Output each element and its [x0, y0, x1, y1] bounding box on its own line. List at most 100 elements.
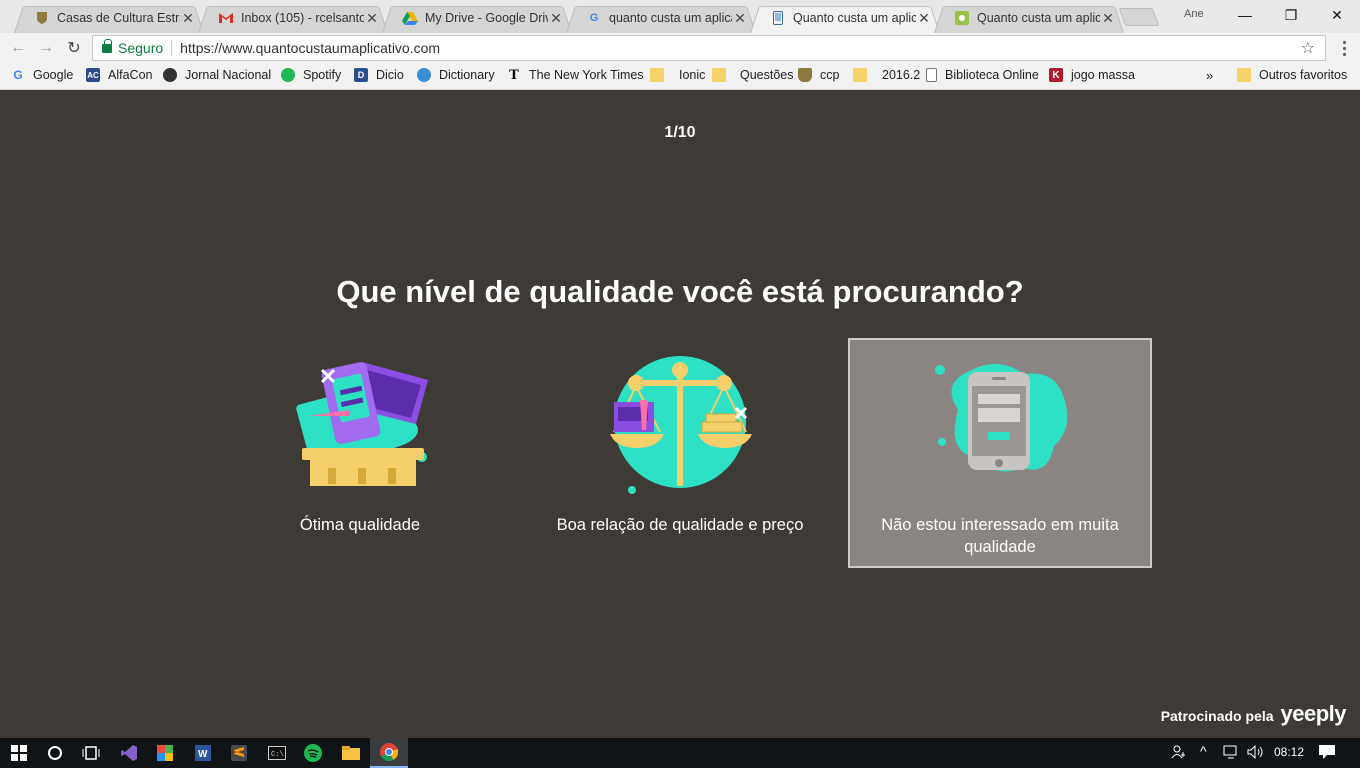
- terminal-icon[interactable]: C:\: [258, 738, 296, 768]
- windows-taskbar: W C:\ ^ 08:12: [0, 738, 1360, 768]
- quiz-page: 1/10 Que nível de qualidade você está pr…: [0, 91, 1360, 738]
- notifications-icon[interactable]: [1318, 744, 1336, 763]
- option-label: Não estou interessado em muita qualidade: [881, 516, 1119, 556]
- tab-quanto-custa-2[interactable]: Quanto custa um aplica ✕: [934, 3, 1124, 33]
- tab-title: Quanto custa um aplica: [793, 11, 916, 25]
- option-nao-interessado[interactable]: Não estou interessado em muita qualidade: [848, 338, 1152, 568]
- bookmark-biblioteca[interactable]: Biblioteca Online: [926, 68, 1039, 82]
- devices-pedestal-icon: [296, 362, 428, 486]
- close-icon[interactable]: ✕: [732, 10, 748, 27]
- folder-icon: [853, 68, 867, 82]
- bookmarks-overflow-chevron-icon[interactable]: »: [1206, 68, 1213, 83]
- back-button[interactable]: ←: [7, 37, 29, 59]
- balance-scale-icon: [610, 356, 752, 494]
- phone-icon: [935, 363, 1068, 472]
- sublime-text-icon[interactable]: [220, 738, 258, 768]
- start-windows-icon[interactable]: [0, 738, 38, 768]
- progress-counter: 1/10: [664, 124, 696, 141]
- tab-title: quanto custa um aplica: [609, 11, 732, 25]
- file-explorer-icon[interactable]: [332, 738, 370, 768]
- option-otima-qualidade[interactable]: Ótima qualidade: [208, 338, 512, 568]
- volume-icon[interactable]: [1246, 744, 1264, 763]
- close-icon[interactable]: ✕: [364, 10, 380, 27]
- restore-button[interactable]: ❐: [1268, 0, 1314, 30]
- people-icon[interactable]: [1170, 743, 1188, 764]
- bookmark-spotify[interactable]: Spotify: [281, 68, 341, 82]
- bookmark-nyt[interactable]: T The New York Times: [507, 67, 643, 83]
- close-icon[interactable]: ✕: [548, 10, 564, 27]
- forward-button[interactable]: →: [35, 37, 57, 59]
- tray-chevron-icon[interactable]: ^: [1200, 743, 1207, 759]
- close-icon[interactable]: ✕: [916, 10, 932, 27]
- tab-casas-de-cultura[interactable]: Casas de Cultura Estran ✕: [14, 3, 204, 33]
- gmail-icon: [218, 10, 234, 26]
- crest-icon: [34, 10, 50, 26]
- clock-time[interactable]: 08:12: [1274, 745, 1304, 759]
- yeeply-logo: yeeply: [1280, 701, 1347, 726]
- globe-icon: [417, 68, 431, 82]
- bookmark-alfacon[interactable]: AC AlfaCon: [86, 68, 152, 82]
- close-icon[interactable]: ✕: [180, 10, 196, 27]
- nyt-icon: T: [509, 67, 519, 83]
- option-label: Boa relação de qualidade e preço: [556, 516, 804, 534]
- tab-title: My Drive - Google Driv: [425, 11, 548, 25]
- address-bar[interactable]: Seguro https://www.quantocustaumaplicati…: [92, 35, 1326, 61]
- sponsor-text: Patrocinado pela: [1160, 708, 1274, 724]
- browser-toolbar: ← → ↻ Seguro https://www.quantocustaumap…: [0, 33, 1360, 63]
- google-icon: G: [589, 12, 599, 24]
- visual-studio-icon[interactable]: [110, 738, 148, 768]
- spotify-icon: [281, 68, 295, 82]
- folder-icon: [712, 68, 726, 82]
- google-icon: G: [13, 68, 23, 82]
- secure-label: Seguro: [118, 40, 164, 56]
- sponsor-credit[interactable]: Patrocinado pela yeeply: [1160, 701, 1347, 727]
- alfacon-icon: AC: [86, 68, 100, 82]
- reload-button[interactable]: ↻: [63, 37, 85, 59]
- word-icon[interactable]: W: [184, 738, 222, 768]
- minimize-button[interactable]: —: [1222, 0, 1268, 30]
- tab-title: Inbox (105) - rcelsantos: [241, 11, 364, 25]
- search-cortana-icon[interactable]: [36, 738, 74, 768]
- bookmark-folder-2016-2[interactable]: 2016.2: [853, 68, 920, 82]
- bookmark-jogo-massa[interactable]: Kjogo massa: [1049, 68, 1135, 82]
- lock-icon: [102, 38, 112, 53]
- network-icon[interactable]: [1222, 744, 1240, 763]
- tab-quanto-custa-active[interactable]: Quanto custa um aplica ✕: [750, 3, 940, 33]
- svg-text:C:\: C:\: [271, 751, 284, 759]
- k-icon: K: [1049, 68, 1063, 82]
- crest-icon: [798, 68, 812, 82]
- folder-icon: [650, 68, 664, 82]
- app-colorful-icon[interactable]: [146, 738, 184, 768]
- tab-google-search[interactable]: G quanto custa um aplica ✕: [566, 3, 756, 33]
- bookmarks-bar: G Google AC AlfaCon Jornal Nacional Spotif…: [0, 63, 1360, 90]
- page-icon: [926, 68, 937, 82]
- chrome-menu-button[interactable]: [1334, 38, 1354, 58]
- app-icon: [954, 10, 970, 26]
- bookmark-folder-questoes[interactable]: Questões: [712, 68, 794, 82]
- tab-my-drive[interactable]: My Drive - Google Driv ✕: [382, 3, 572, 33]
- bookmark-folder-ionic[interactable]: Ionic: [650, 68, 705, 82]
- bookmark-dicio[interactable]: D Dicio: [354, 68, 404, 82]
- star-icon[interactable]: ☆: [1301, 38, 1315, 58]
- tab-title: Casas de Cultura Estran: [57, 11, 180, 25]
- new-tab-button[interactable]: [1118, 8, 1160, 26]
- bookmark-other-favorites[interactable]: Outros favoritos: [1237, 68, 1347, 82]
- folder-icon: [1237, 68, 1251, 82]
- url-text[interactable]: https://www.quantocustaumaplicativo.com: [180, 40, 440, 56]
- close-icon[interactable]: ✕: [1100, 10, 1116, 27]
- task-view-icon[interactable]: [72, 738, 110, 768]
- bookmark-ccp[interactable]: ccp: [798, 68, 839, 82]
- option-boa-relacao[interactable]: Boa relação de qualidade e preço: [528, 338, 832, 568]
- bookmark-jornal-nacional[interactable]: Jornal Nacional: [163, 68, 271, 82]
- svg-text:W: W: [198, 749, 208, 760]
- chrome-icon[interactable]: [370, 738, 408, 768]
- bookmark-dictionary[interactable]: Dictionary: [417, 68, 495, 82]
- profile-name[interactable]: Ane: [1184, 8, 1204, 20]
- phone-icon: [770, 10, 786, 26]
- globo-icon: [163, 68, 177, 82]
- drive-icon: [402, 10, 418, 26]
- bookmark-google[interactable]: G Google: [11, 68, 73, 82]
- spotify-icon[interactable]: [294, 738, 332, 768]
- tab-inbox[interactable]: Inbox (105) - rcelsantos ✕: [198, 3, 388, 33]
- close-window-button[interactable]: ✕: [1314, 0, 1360, 30]
